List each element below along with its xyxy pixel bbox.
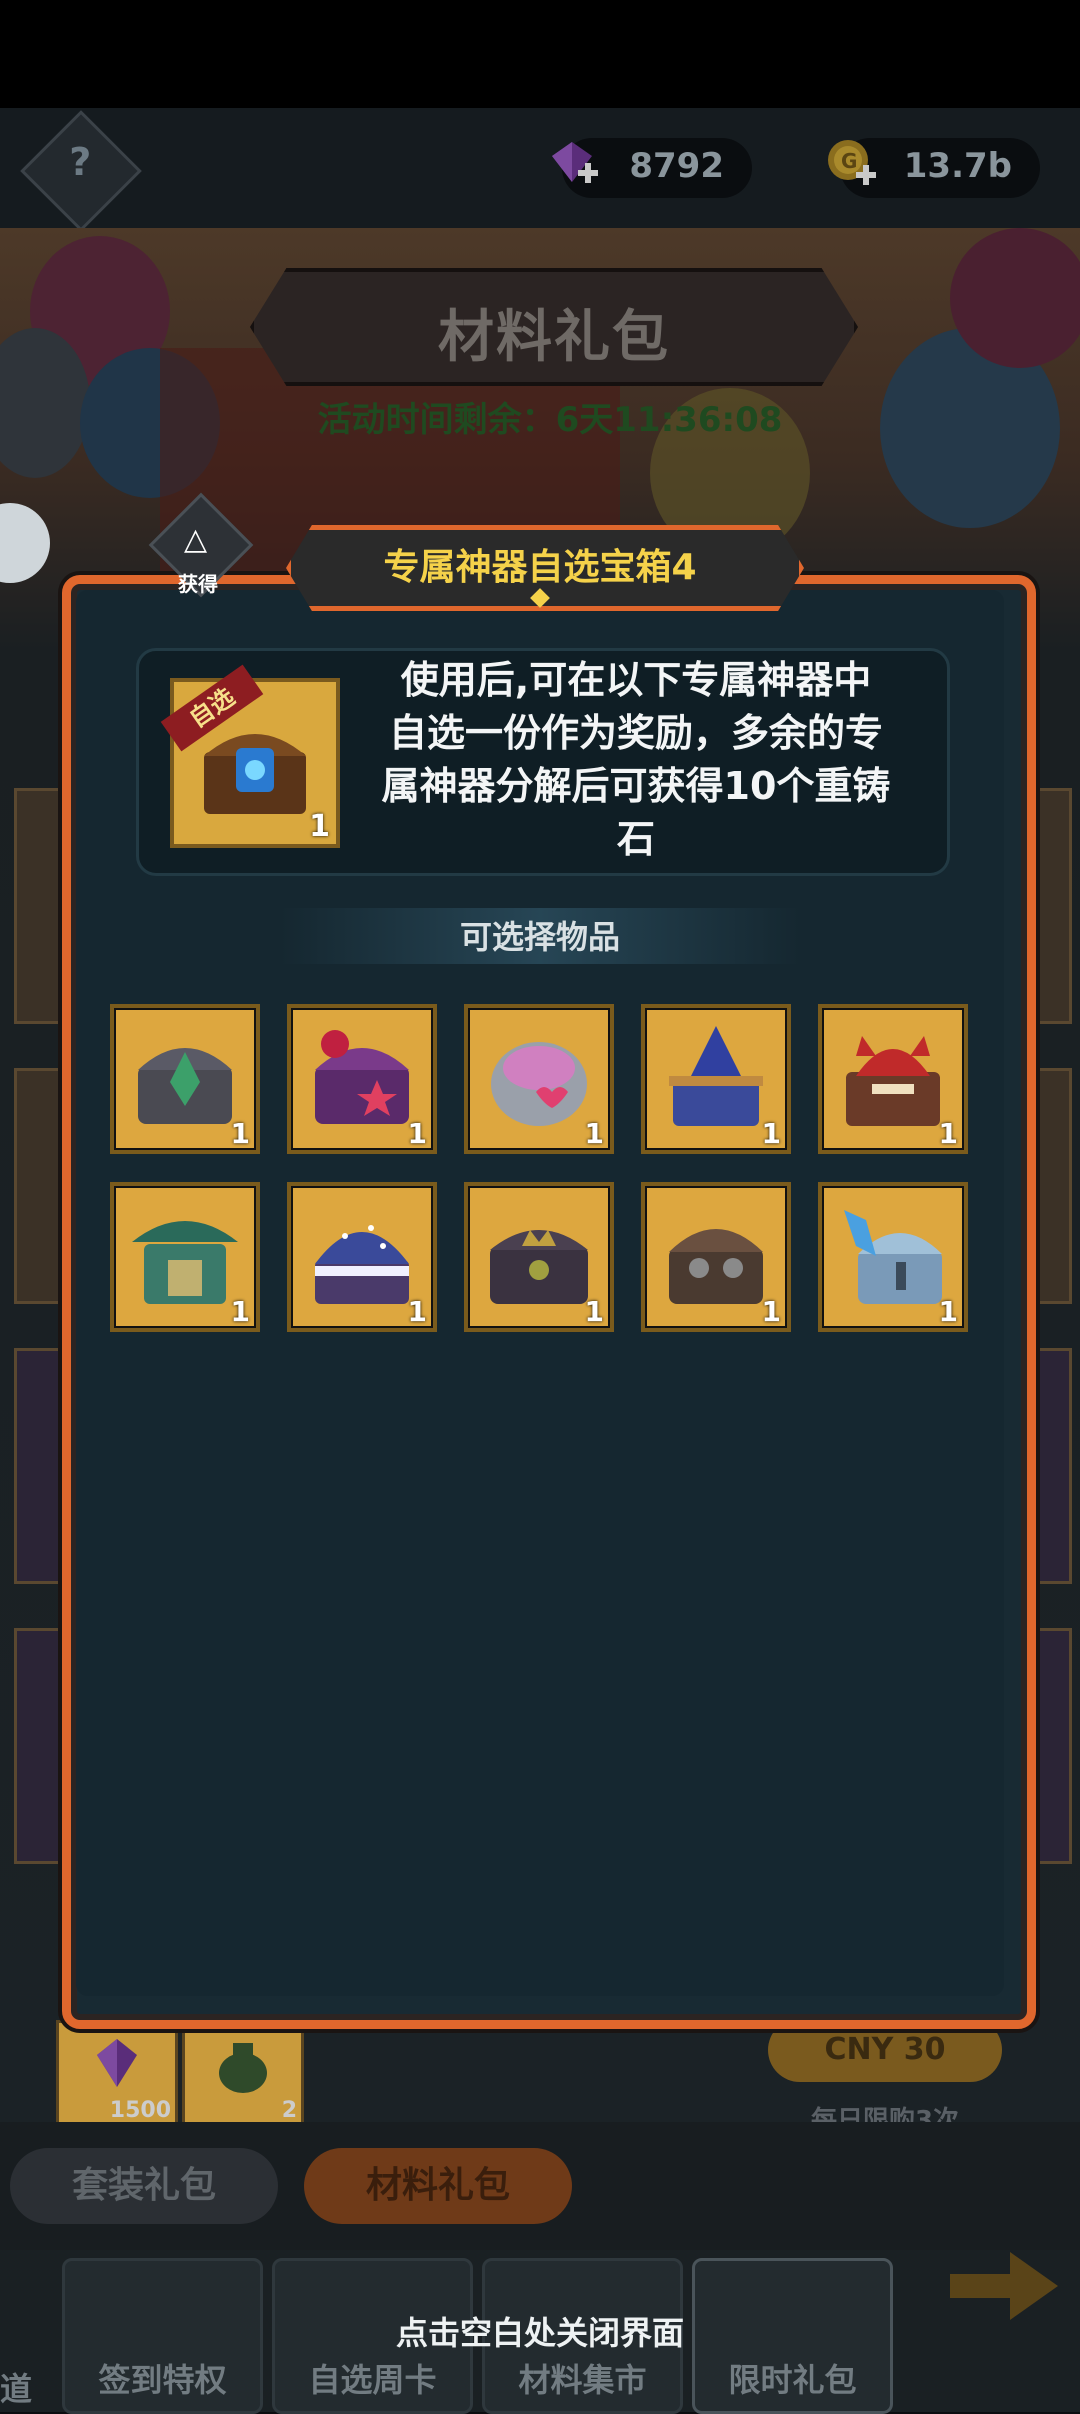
obtain-label: 获得 [178,572,218,596]
shadow-crown-chest-icon [490,1230,588,1304]
reward-bag-slot[interactable]: 2 [182,2020,304,2126]
selectable-item[interactable]: 1 [641,1182,791,1332]
gold-coin-plus-icon: G [828,140,876,185]
description-line: 使用后,可在以下专属神器中 [400,658,872,702]
nav-partial-label: 道 [0,2370,33,2408]
description-line: 自选一份作为奖励，多余的专 [388,711,883,755]
featured-chest-slot: 自选 1 [160,664,340,848]
reward-bag-qty: 2 [281,2098,297,2123]
heart-orb-chest-icon [491,1042,587,1126]
selectable-item[interactable]: 1 [287,1182,437,1332]
selectable-item[interactable]: 1 [110,1004,260,1154]
jade-hat-chest-icon [132,1221,238,1304]
selectable-item[interactable]: 1 [287,1004,437,1154]
starry-dome-chest-icon [315,1225,409,1304]
item-qty: 1 [761,1117,781,1150]
gem-counter[interactable]: 8792 [552,138,752,198]
featured-qty: 1 [309,809,330,844]
nav-label: 材料集市 [518,2361,647,2399]
nav-label: 签到特权 [98,2361,227,2399]
top-resource-bar: ? 8792 G 13.7b [0,108,1080,232]
item-description: 使用后,可在以下专属神器中 自选一份作为奖励，多余的专 属神器分解后可获得10个… [346,654,926,866]
selectable-item[interactable]: 1 [110,1182,260,1332]
obtain-button[interactable]: △ 获得 [148,492,254,598]
round-side-button[interactable] [0,503,50,583]
item-qty: 1 [584,1295,604,1328]
item-qty: 1 [407,1117,427,1150]
description-line: 石 [616,817,655,861]
ice-wing-chest-icon [844,1210,942,1304]
shop-title: 材料礼包 [438,305,670,370]
dialog-title: 专属神器自选宝箱4 [383,547,697,588]
item-qty: 1 [407,1295,427,1328]
mechanical-chest-icon [669,1229,763,1304]
daily-limit-text: 每日限购3次 [810,2106,960,2122]
item-qty: 1 [230,1295,250,1328]
obtain-icon: △ [184,522,208,557]
event-timer: 活动时间剩余：6天11:36:08 [317,400,783,440]
item-qty: 1 [761,1295,781,1328]
section-label: 可选择物品 [459,918,620,956]
shop-title-banner: 材料礼包 [250,268,858,386]
wizard-hat-chest-icon [669,1026,763,1126]
gold-counter[interactable]: G 13.7b [828,138,1040,198]
status-bar [0,0,1080,108]
item-qty: 1 [938,1295,958,1328]
gem-amount: 8792 [629,146,724,186]
description-line: 属神器分解后可获得10个重铸 [381,764,891,808]
selectable-item[interactable]: 1 [641,1004,791,1154]
selectable-item[interactable]: 1 [464,1004,614,1154]
purple-gem-plus-icon [552,142,598,183]
svg-text:G: G [841,149,857,173]
nav-label: 限时礼包 [728,2361,857,2399]
green-crown-chest-icon [138,1048,232,1124]
tab-outfit-pack[interactable]: 套装礼包 [10,2148,278,2224]
dragon-skull-chest-icon [846,1036,940,1126]
item-qty: 1 [938,1117,958,1150]
item-qty: 1 [584,1117,604,1150]
reward-gem-qty: 1500 [109,2098,171,2123]
selectable-item[interactable]: 1 [818,1004,968,1154]
purple-gem-icon [97,2039,137,2087]
menu-badge-icon[interactable]: ? [20,110,142,232]
gold-amount: 13.7b [903,146,1012,186]
tab-material-pack[interactable]: 材料礼包 [304,2148,572,2224]
item-qty: 1 [230,1117,250,1150]
selectable-item[interactable]: 1 [818,1182,968,1332]
nav-label: 自选周卡 [308,2361,437,2399]
reward-gem-slot[interactable]: 1500 [56,2020,178,2126]
coin-bag-icon [219,2043,267,2093]
balloon-decoration [950,228,1080,368]
purple-bow-chest-icon [315,1030,409,1124]
close-hint[interactable]: 点击空白处关闭界面 [0,2308,1080,2354]
selectable-item[interactable]: 1 [464,1182,614,1332]
